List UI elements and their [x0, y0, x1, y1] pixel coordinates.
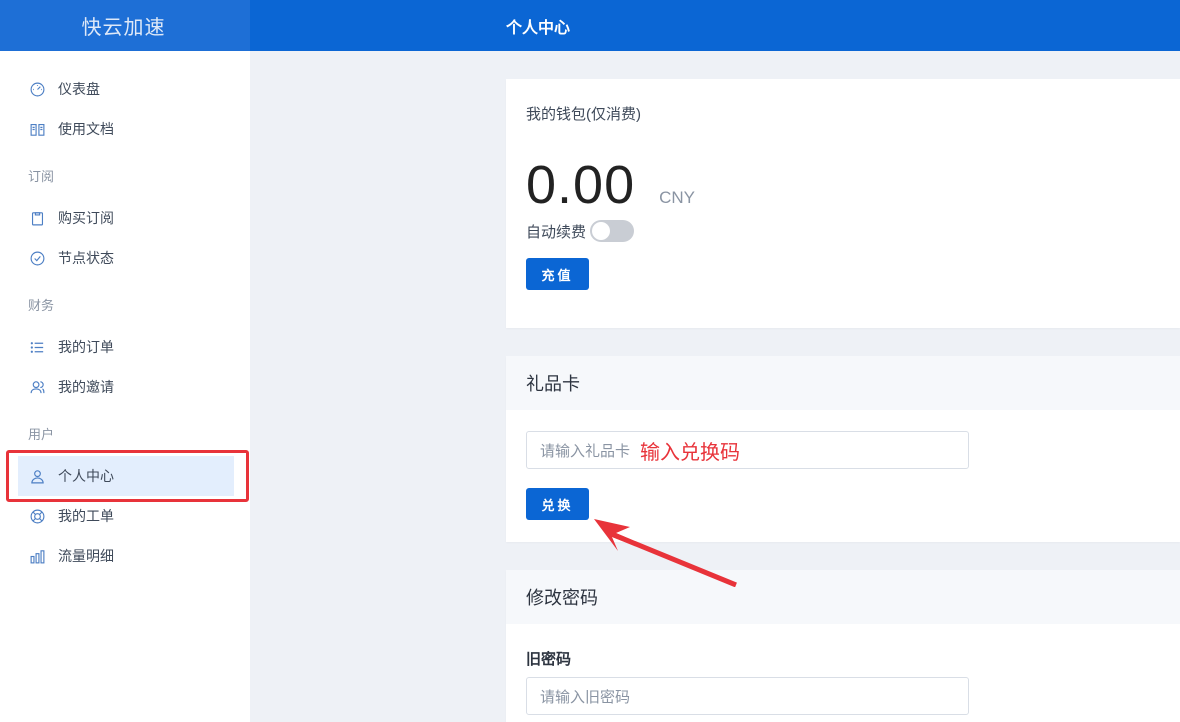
sidebar-item-invite[interactable]: 我的邀请 — [0, 367, 250, 407]
old-password-input[interactable]: 请输入旧密码 — [526, 677, 969, 715]
sidebar-item-label: 使用文档 — [58, 121, 114, 137]
annotation-text: 输入兑换码 — [640, 441, 741, 464]
old-password-label: 旧密码 — [526, 651, 572, 668]
old-password-placeholder: 请输入旧密码 — [540, 688, 631, 706]
nav-section-title: 订阅 — [28, 169, 55, 184]
brand-logo[interactable]: 快云加速 — [0, 0, 250, 51]
auto-renew-row: 自动续费 — [526, 220, 1160, 242]
giftcard-input[interactable]: 请输入礼品卡 输入兑换码 — [526, 431, 969, 469]
sidebar-nav: 仪表盘 使用文档 订阅 购买订阅 节点状态 财务 我的订单 我的邀请 用户 个人… — [0, 51, 250, 576]
recharge-button[interactable]: 充值 — [526, 258, 589, 290]
auto-renew-label: 自动续费 — [526, 223, 587, 241]
book-icon — [28, 120, 46, 138]
giftcard-title: 礼品卡 — [506, 356, 1180, 410]
giftcard-card: 礼品卡 请输入礼品卡 输入兑换码 兑换 — [506, 356, 1180, 542]
sidebar-item-profile[interactable]: 个人中心 — [6, 450, 249, 502]
password-title: 修改密码 — [506, 570, 1180, 624]
sidebar-item-tickets[interactable]: 我的工单 — [0, 496, 250, 536]
sidebar-item-label: 流量明细 — [58, 548, 114, 564]
sidebar-item-label: 购买订阅 — [58, 210, 114, 226]
auto-renew-toggle[interactable] — [590, 220, 635, 242]
wallet-balance: 0.00 — [526, 155, 636, 215]
nav-section-title: 用户 — [28, 427, 55, 442]
redeem-button[interactable]: 兑换 — [526, 488, 589, 520]
balance-row: 0.00 CNY — [526, 154, 1160, 216]
topbar: 个人中心 — [250, 0, 1180, 51]
sidebar-item-label: 我的订单 — [58, 339, 114, 355]
sidebar-item-label: 我的邀请 — [58, 379, 114, 395]
sidebar-item-traffic[interactable]: 流量明细 — [0, 536, 250, 576]
user-icon — [28, 467, 46, 485]
sidebar-item-docs[interactable]: 使用文档 — [0, 109, 250, 149]
sidebar-item-orders[interactable]: 我的订单 — [0, 327, 250, 367]
password-card: 修改密码 旧密码 请输入旧密码 — [506, 570, 1180, 722]
gauge-icon — [28, 80, 46, 98]
sidebar: 快云加速 仪表盘 使用文档 订阅 购买订阅 节点状态 财务 我的订单 我的邀请 … — [0, 0, 250, 722]
sidebar-item-buy-subscription[interactable]: 购买订阅 — [0, 198, 250, 238]
sidebar-item-dashboard[interactable]: 仪表盘 — [0, 69, 250, 109]
sidebar-item-label: 个人中心 — [58, 468, 114, 484]
clipboard-icon — [28, 209, 46, 227]
sidebar-item-node-status[interactable]: 节点状态 — [0, 238, 250, 278]
list-icon — [28, 338, 46, 356]
users-icon — [28, 378, 46, 396]
giftcard-placeholder: 请输入礼品卡 — [540, 442, 631, 460]
sidebar-item-label: 我的工单 — [58, 508, 114, 524]
bar-chart-icon — [28, 547, 46, 565]
sidebar-item-label: 节点状态 — [58, 250, 114, 266]
sidebar-item-label: 仪表盘 — [58, 81, 100, 97]
nav-section-title: 财务 — [28, 298, 55, 313]
wallet-currency: CNY — [659, 188, 696, 207]
wallet-card: 我的钱包(仅消费) 0.00 CNY 自动续费 充值 — [506, 79, 1180, 328]
check-circle-icon — [28, 249, 46, 267]
wallet-title: 我的钱包(仅消费) — [526, 106, 641, 123]
lifebuoy-icon — [28, 507, 46, 525]
page-title: 个人中心 — [506, 19, 571, 37]
